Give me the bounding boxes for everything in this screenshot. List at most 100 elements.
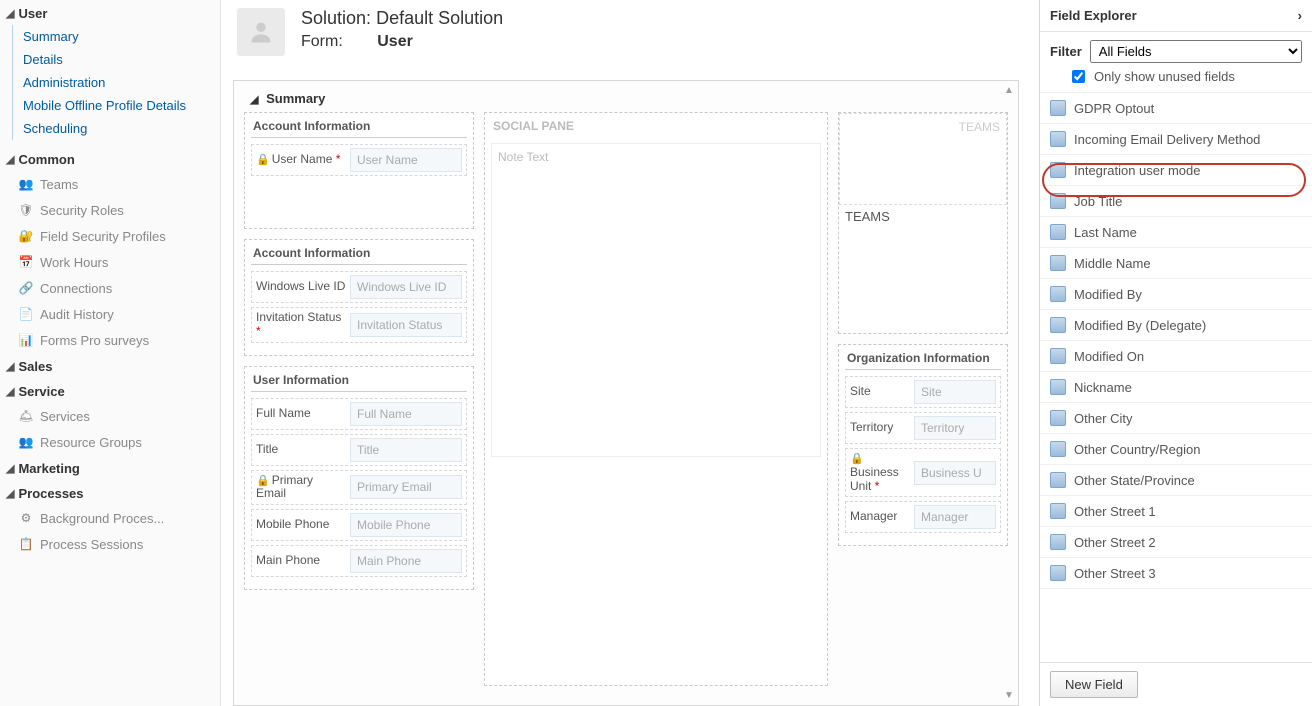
field-item-last-name[interactable]: Last Name	[1040, 217, 1312, 248]
field-item-modified-by-delegate[interactable]: Modified By (Delegate)	[1040, 310, 1312, 341]
field-business-unit[interactable]: 🔒Business Unit * Business U	[845, 448, 1001, 497]
field-icon	[1050, 565, 1066, 581]
group-marketing[interactable]: ◢ Marketing	[0, 455, 220, 480]
field-item-nickname[interactable]: Nickname	[1040, 372, 1312, 403]
field-item-modified-on[interactable]: Modified On	[1040, 341, 1312, 372]
field-manager[interactable]: Manager Manager	[845, 501, 1001, 533]
form-name: User	[377, 33, 413, 50]
section-title: User Information	[251, 371, 467, 392]
nav-connections[interactable]: 🔗Connections	[0, 275, 220, 301]
nav-work-hours[interactable]: 📅Work Hours	[0, 249, 220, 275]
field-icon	[1050, 100, 1066, 116]
canvas-column-2: SOCIAL PANE Note Text	[484, 112, 828, 686]
field-item-job-title[interactable]: Job Title	[1040, 186, 1312, 217]
nav-teams[interactable]: 👥Teams	[0, 171, 220, 197]
entity-header[interactable]: ◢ User	[0, 0, 220, 25]
field-icon	[1050, 131, 1066, 147]
field-list[interactable]: GDPR Optout Incoming Email Delivery Meth…	[1040, 92, 1312, 662]
section-organization-info[interactable]: Organization Information Site Site Terri…	[838, 344, 1008, 546]
field-explorer-footer: New Field	[1040, 662, 1312, 706]
field-icon	[1050, 534, 1066, 550]
field-placeholder: Full Name	[350, 402, 462, 426]
field-primary-email[interactable]: 🔒Primary Email Primary Email	[251, 470, 467, 506]
left-nav: ◢ User Summary Details Administration Mo…	[0, 0, 221, 706]
only-unused-checkbox[interactable]	[1072, 70, 1085, 83]
designer-header: Solution: Default Solution Form: User	[221, 0, 1039, 60]
tab-link-summary[interactable]: Summary	[19, 25, 220, 48]
teams-ghost-label: TEAMS	[959, 120, 1000, 134]
field-placeholder: Mobile Phone	[350, 513, 462, 537]
field-windows-live-id[interactable]: Windows Live ID Windows Live ID	[251, 271, 467, 303]
field-user-name[interactable]: 🔒User Name * User Name	[251, 144, 467, 176]
field-item-integration-user-mode[interactable]: Integration user mode	[1040, 155, 1312, 186]
nav-resource-groups[interactable]: 👥Resource Groups	[0, 429, 220, 455]
field-item-other-city[interactable]: Other City	[1040, 403, 1312, 434]
canvas-column-3: TEAMS TEAMS Organization Information Sit…	[838, 112, 1008, 686]
nav-bg-processes[interactable]: ⚙Background Proces...	[0, 505, 220, 531]
field-mobile-phone[interactable]: Mobile Phone Mobile Phone	[251, 509, 467, 541]
nav-audit-history[interactable]: 📄Audit History	[0, 301, 220, 327]
field-invitation-status[interactable]: Invitation Status * Invitation Status	[251, 307, 467, 343]
nav-field-security[interactable]: 🔐Field Security Profiles	[0, 223, 220, 249]
group-processes[interactable]: ◢ Processes	[0, 480, 220, 505]
nav-services[interactable]: 🛎Services	[0, 403, 220, 429]
nav-security-roles[interactable]: 🛡Security Roles	[0, 197, 220, 223]
field-main-phone[interactable]: Main Phone Main Phone	[251, 545, 467, 577]
field-icon	[1050, 193, 1066, 209]
field-item-modified-by[interactable]: Modified By	[1040, 279, 1312, 310]
field-item-other-state[interactable]: Other State/Province	[1040, 465, 1312, 496]
lock-icon: 🔒	[256, 154, 270, 166]
field-territory[interactable]: Territory Territory	[845, 412, 1001, 444]
entity-name: User	[18, 6, 47, 21]
group-common[interactable]: ◢ Common	[0, 146, 220, 171]
caret-down-icon: ◢	[6, 360, 14, 373]
nav-forms-pro[interactable]: 📊Forms Pro surveys	[0, 327, 220, 353]
tab-links: Summary Details Administration Mobile Of…	[12, 25, 220, 140]
field-item-middle-name[interactable]: Middle Name	[1040, 248, 1312, 279]
caret-down-icon: ◢	[6, 7, 14, 20]
only-unused-row[interactable]: Only show unused fields	[1040, 65, 1312, 92]
notes-placeholder: Note Text	[491, 143, 821, 457]
field-full-name[interactable]: Full Name Full Name	[251, 398, 467, 430]
caret-down-icon: ◢	[250, 94, 258, 106]
expand-icon[interactable]: ›	[1298, 8, 1302, 23]
nav-process-sessions[interactable]: 📋Process Sessions	[0, 531, 220, 557]
tab-link-details[interactable]: Details	[19, 48, 220, 71]
tab-header-summary[interactable]: ◢ Summary	[244, 87, 1008, 112]
field-placeholder: Main Phone	[350, 549, 462, 573]
field-icon	[1050, 503, 1066, 519]
tab-link-administration[interactable]: Administration	[19, 71, 220, 94]
new-field-button[interactable]: New Field	[1050, 671, 1138, 698]
caret-down-icon: ◢	[6, 487, 14, 500]
field-icon	[1050, 379, 1066, 395]
solution-label: Solution:	[301, 8, 371, 28]
caret-down-icon: ◢	[6, 385, 14, 398]
section-account-info-1[interactable]: Account Information 🔒User Name * User Na…	[244, 112, 474, 229]
field-item-other-country[interactable]: Other Country/Region	[1040, 434, 1312, 465]
group-sales[interactable]: ◢ Sales	[0, 353, 220, 378]
tab-link-mobile-offline[interactable]: Mobile Offline Profile Details	[19, 94, 220, 117]
field-item-other-street-2[interactable]: Other Street 2	[1040, 527, 1312, 558]
field-icon	[1050, 441, 1066, 457]
field-placeholder: Primary Email	[350, 475, 462, 499]
field-site[interactable]: Site Site	[845, 376, 1001, 408]
section-account-info-2[interactable]: Account Information Windows Live ID Wind…	[244, 239, 474, 356]
field-item-other-street-1[interactable]: Other Street 1	[1040, 496, 1312, 527]
section-social-pane[interactable]: SOCIAL PANE Note Text	[484, 112, 828, 686]
section-user-info[interactable]: User Information Full Name Full Name Tit…	[244, 366, 474, 591]
field-icon	[1050, 255, 1066, 271]
tab-link-scheduling[interactable]: Scheduling	[19, 117, 220, 140]
form-canvas[interactable]: ▲▼ ◢ Summary Account Information 🔒User N…	[233, 80, 1019, 706]
field-placeholder: Manager	[914, 505, 996, 529]
field-placeholder: Site	[914, 380, 996, 404]
filter-label: Filter	[1050, 44, 1082, 59]
field-item-incoming-email[interactable]: Incoming Email Delivery Method	[1040, 124, 1312, 155]
group-service[interactable]: ◢ Service	[0, 378, 220, 403]
roles-icon: 🛡	[18, 202, 34, 218]
field-title[interactable]: Title Title	[251, 434, 467, 466]
section-teams[interactable]: TEAMS TEAMS	[838, 112, 1008, 334]
field-explorer-title: Field Explorer	[1050, 8, 1137, 23]
field-item-gdpr-optout[interactable]: GDPR Optout	[1040, 93, 1312, 124]
field-item-other-street-3[interactable]: Other Street 3	[1040, 558, 1312, 589]
filter-select[interactable]: All Fields	[1090, 40, 1302, 63]
